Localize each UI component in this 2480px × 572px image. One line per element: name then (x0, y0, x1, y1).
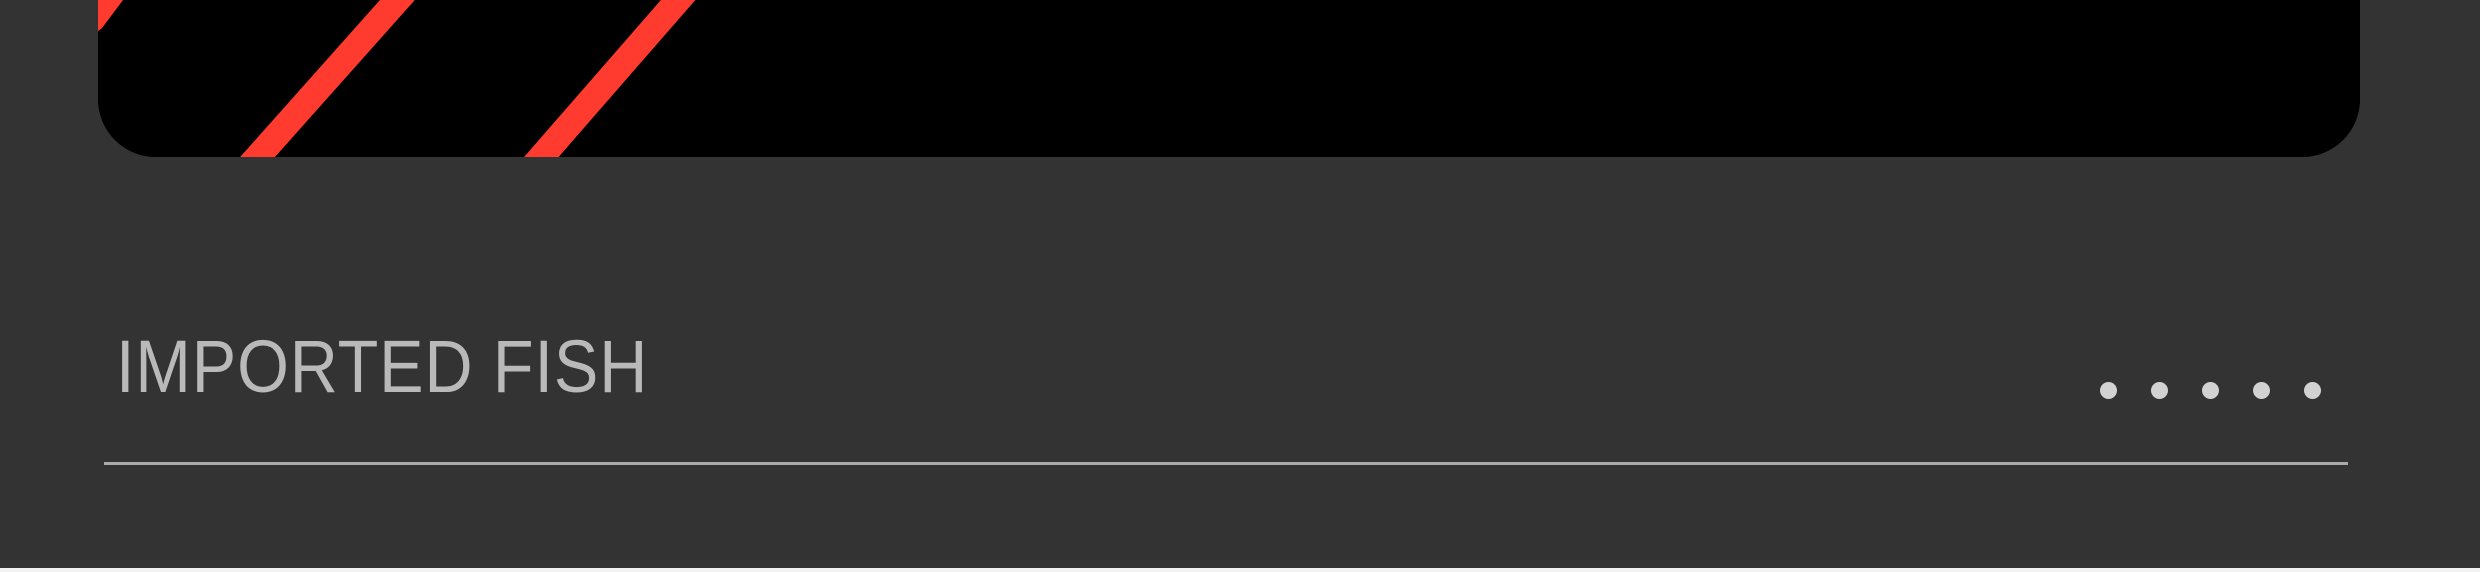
more-options-icon[interactable] (2100, 382, 2321, 399)
dot (2202, 382, 2219, 399)
dot (2253, 382, 2270, 399)
section-title: IMPORTED FISH (116, 325, 649, 408)
featured-image-card[interactable] (98, 0, 2360, 157)
dot (2304, 382, 2321, 399)
screen: IMPORTED FISH (0, 0, 2480, 572)
bottom-edge (0, 568, 2480, 572)
section-divider (104, 462, 2348, 465)
dot (2100, 382, 2117, 399)
dot (2151, 382, 2168, 399)
striped-image (98, 0, 2360, 157)
